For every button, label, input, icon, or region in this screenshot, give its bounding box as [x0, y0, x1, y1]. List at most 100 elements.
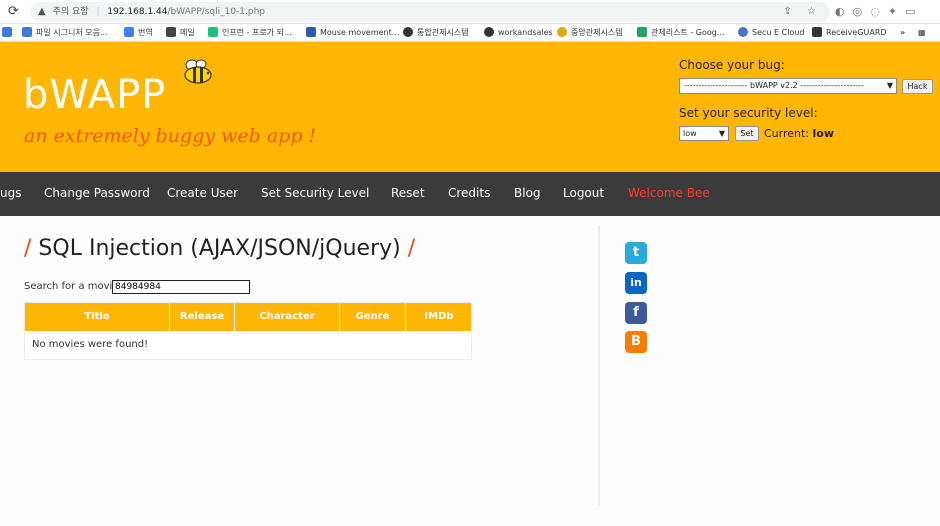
column-header-character: Character — [235, 303, 340, 331]
column-header-imdb: IMDb — [424, 311, 454, 322]
bookmark-item[interactable]: workandsales — [484, 27, 553, 39]
choose-bug-label: Choose your bug: — [679, 58, 785, 72]
extension-icon[interactable]: ◌ — [870, 5, 888, 18]
bug-select[interactable]: ---------------------- bWAPP v2.2 ------… — [679, 78, 897, 94]
set-button[interactable]: Set — [735, 126, 759, 141]
puzzle-icon[interactable]: ✦ — [888, 5, 905, 18]
nav-item-set-security-level[interactable]: Set Security Level — [261, 186, 369, 200]
bug-select-value: ---------------------- bWAPP v2.2 ------… — [684, 81, 864, 90]
reload-icon[interactable]: ⟳ — [8, 4, 19, 19]
security-level-label: Set your security level: — [679, 106, 818, 120]
bookmark-favicon — [208, 27, 218, 37]
window-icon[interactable]: ▭ — [905, 5, 923, 18]
bookmark-item[interactable]: 통합관제시스템 — [403, 27, 469, 39]
movies-table: Title Release Character Genre IMDb No mo… — [24, 302, 472, 360]
empty-message: No movies were found! — [32, 339, 149, 350]
bookmark-label: 번역 — [138, 28, 153, 37]
security-level-value: low — [683, 129, 697, 138]
bookmark-label: 관제리스트 - Goog... — [651, 28, 725, 37]
twitter-icon[interactable]: t — [625, 242, 647, 264]
bookmark-favicon — [166, 27, 176, 37]
bookmark-label: 파일 시그니처 모음... — [36, 28, 108, 37]
url-host: 192.168.1.44 — [107, 7, 168, 17]
site-header: bWAPP an extremely buggy web app ! Choos… — [0, 42, 940, 172]
reading-list-icon[interactable]: ▦ — [918, 27, 926, 39]
security-level-select[interactable]: low ▼ — [679, 126, 729, 141]
extension-icon[interactable]: ◐ — [835, 5, 853, 18]
bookmark-star-icon[interactable]: ☆ — [807, 6, 822, 17]
search-input[interactable] — [112, 280, 250, 294]
bookmark-favicon — [738, 27, 748, 37]
url-separator: | — [96, 7, 100, 17]
bookmark-label: workandsales — [498, 28, 553, 37]
extension-icons: ◐◎◌✦▭ — [835, 5, 923, 18]
nav-item-bugs[interactable]: ugs — [0, 186, 21, 200]
browser-address-bar: ⟳ ▲ 주의 요함 | 192.168.1.44/bWAPP/sqli_10-1… — [0, 0, 940, 24]
bookmark-label: ReceiveGUARD — [826, 28, 887, 37]
blogger-icon[interactable]: B — [625, 331, 647, 353]
bookmark-favicon — [22, 27, 32, 37]
table-row: No movies were found! — [25, 331, 471, 359]
nav-item-blog[interactable]: Blog — [514, 186, 541, 200]
bee-icon — [184, 59, 212, 84]
bookmark-item[interactable]: 메일 — [166, 27, 195, 39]
share-icon[interactable]: ⇪ — [783, 6, 797, 17]
current-security-value: low — [812, 127, 835, 140]
bookmark-item[interactable] — [2, 27, 16, 39]
nav-item-credits[interactable]: Credits — [448, 186, 490, 200]
apps-icon — [2, 27, 12, 37]
bookmark-label: Mouse movement... — [320, 28, 400, 37]
search-label: Search for a movie: — [24, 281, 122, 292]
column-header-title: Title — [25, 303, 170, 331]
bookmark-favicon — [557, 27, 567, 37]
title-slash: / — [407, 236, 416, 261]
column-header-release: Release — [170, 303, 235, 331]
main-nav: ugs Change Password Create User Set Secu… — [0, 172, 940, 216]
nav-item-change-password[interactable]: Change Password — [44, 186, 150, 200]
bookmark-item[interactable]: ReceiveGUARD — [812, 27, 887, 39]
bookmark-item[interactable]: 관제리스트 - Goog... — [637, 27, 724, 39]
nav-item-logout[interactable]: Logout — [563, 186, 604, 200]
bookmark-favicon — [306, 27, 316, 37]
url-bar[interactable]: ▲ 주의 요함 | 192.168.1.44/bWAPP/sqli_10-1.p… — [30, 2, 830, 22]
extension-icon[interactable]: ◎ — [853, 5, 871, 18]
table-header: Title Release Character Genre IMDb — [25, 303, 471, 331]
chevron-down-icon: ▼ — [718, 129, 725, 138]
bookmark-item[interactable]: Mouse movement... — [306, 27, 399, 39]
bookmark-item[interactable]: 번역 — [124, 27, 153, 39]
sidebar-divider — [598, 225, 600, 505]
nav-item-reset[interactable]: Reset — [391, 186, 425, 200]
site-logo[interactable]: bWAPP — [23, 72, 166, 118]
bookmark-favicon — [403, 27, 413, 37]
security-label[interactable]: 주의 요함 — [53, 7, 89, 17]
bookmark-favicon — [637, 27, 647, 37]
current-security: Current: low — [764, 127, 834, 140]
bookmark-item[interactable]: 파일 시그니처 모음... — [22, 27, 108, 39]
bookmark-item[interactable]: 중앙관제시스템 — [557, 27, 623, 39]
nav-welcome: Welcome Bee — [628, 186, 710, 200]
bookmark-favicon — [484, 27, 494, 37]
bookmark-label: 인프런 - 프로가 되... — [222, 28, 292, 37]
warning-icon[interactable]: ▲ — [38, 6, 46, 17]
bookmark-label: 통합관제시스템 — [417, 28, 469, 37]
page-title: / SQL Injection (AJAX/JSON/jQuery) / — [24, 236, 415, 261]
bookmarks-bar: 파일 시그니처 모음... 번역 메일 인프런 - 프로가 되... Mouse… — [0, 24, 940, 42]
site-tagline: an extremely buggy web app ! — [24, 125, 317, 147]
bookmark-label: 메일 — [180, 28, 195, 37]
bookmark-favicon — [812, 27, 822, 37]
chevron-down-icon: ▼ — [886, 81, 893, 90]
omnibox-actions: ⇪ ☆ — [783, 2, 822, 22]
url-path: /bWAPP/sqli_10-1.php — [167, 7, 265, 17]
facebook-icon[interactable]: f — [625, 302, 647, 324]
nav-item-create-user[interactable]: Create User — [167, 186, 238, 200]
linkedin-icon[interactable]: in — [625, 272, 647, 294]
page-title-text: SQL Injection (AJAX/JSON/jQuery) — [38, 236, 401, 261]
bookmark-item[interactable]: Secu E Cloud — [738, 27, 804, 39]
title-slash: / — [24, 236, 32, 261]
current-security-label: Current: — [764, 127, 810, 140]
bookmark-label: 중앙관제시스템 — [571, 28, 623, 37]
bookmark-item[interactable]: 인프런 - 프로가 되... — [208, 27, 292, 39]
bookmark-label: Secu E Cloud — [752, 28, 805, 37]
bookmarks-overflow-icon[interactable]: » — [900, 27, 905, 39]
hack-button[interactable]: Hack — [902, 79, 933, 94]
